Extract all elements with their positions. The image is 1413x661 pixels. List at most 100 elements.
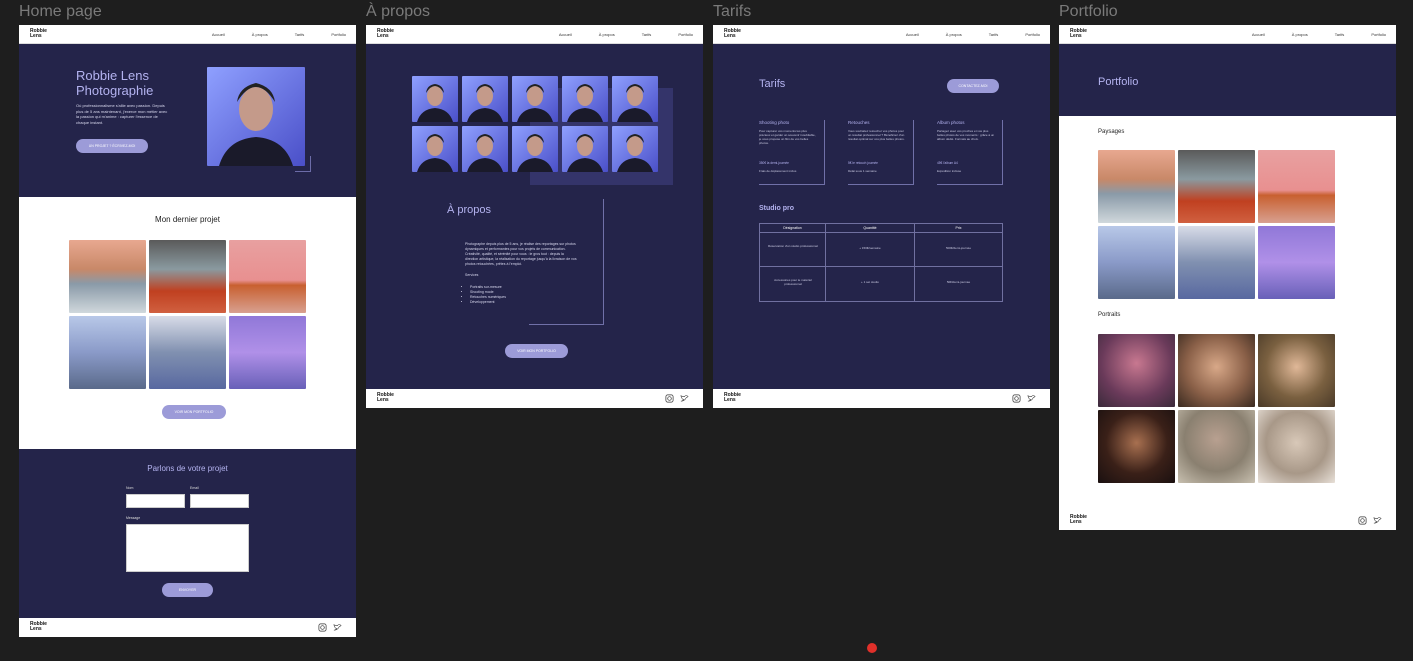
project-photo-1[interactable] (69, 240, 146, 313)
portrait-photo (207, 67, 305, 166)
apropos-portrait-thumb (562, 76, 608, 122)
tarifs-frame[interactable]: Robbie Lens Accueil À propos Tarifs Portf… (713, 25, 1050, 408)
apropos-portrait-thumb (512, 126, 558, 172)
price-title: Shooting photo (759, 120, 790, 125)
paysage-photo-2[interactable] (1178, 150, 1255, 223)
apropos-portrait-thumb (512, 76, 558, 122)
frame-label-home: Home page (19, 3, 102, 20)
nav-accueil[interactable]: Accueil (1252, 32, 1265, 37)
navbar: Robbie Lens Accueil À propos Tarifs Portf… (713, 25, 1050, 44)
footer-logo[interactable]: Robbie Lens (724, 393, 741, 403)
nav-portfolio[interactable]: Portfolio (331, 32, 346, 37)
services-list: Portraits sur-mesure Shooting mode Retou… (470, 285, 506, 305)
hero-contact-button[interactable]: UN PROJET ? ÉCRIVEZ-MOI (76, 139, 148, 153)
nav-apropos[interactable]: À propos (946, 32, 962, 37)
apropos-portrait-thumb (462, 76, 508, 122)
nav-apropos[interactable]: À propos (599, 32, 615, 37)
message-textarea[interactable] (126, 524, 249, 572)
project-photo-5[interactable] (149, 316, 226, 389)
price-amount: 45€ l'album A4 (937, 161, 958, 165)
nav-apropos[interactable]: À propos (1292, 32, 1308, 37)
apropos-frame[interactable]: Robbie Lens Accueil À propos Tarifs Portf… (366, 25, 703, 408)
nav-tarifs[interactable]: Tarifs (989, 32, 999, 37)
nav-apropos[interactable]: À propos (252, 32, 268, 37)
hero-section: Robbie Lens Photographie Où professionnal… (19, 44, 356, 197)
paysage-photo-5[interactable] (1178, 226, 1255, 299)
project-photo-2[interactable] (149, 240, 226, 313)
portrait-photo-2[interactable] (1178, 334, 1255, 407)
price-title: Album photos (937, 120, 965, 125)
tarifs-title: Tarifs (759, 78, 786, 90)
portrait-photo-1[interactable] (1098, 334, 1175, 407)
logo[interactable]: Robbie Lens (1070, 29, 1087, 39)
nav-portfolio[interactable]: Portfolio (1025, 32, 1040, 37)
price-title: Retouches (848, 120, 870, 125)
instagram-icon[interactable] (1358, 516, 1367, 525)
navbar: Robbie Lens Accueil À propos Tarifs Portf… (1059, 25, 1396, 44)
paysage-photo-3[interactable] (1258, 150, 1335, 223)
paysage-photo-4[interactable] (1098, 226, 1175, 299)
logo[interactable]: Robbie Lens (724, 29, 741, 39)
nav-tarifs[interactable]: Tarifs (1335, 32, 1345, 37)
portfolio-frame[interactable]: Robbie Lens Accueil À propos Tarifs Portf… (1059, 25, 1396, 530)
price-text: Vous souhaitez retoucher vos photos pour… (848, 129, 905, 141)
logo[interactable]: Robbie Lens (30, 29, 47, 39)
portrait-photo-3[interactable] (1258, 334, 1335, 407)
instagram-icon[interactable] (665, 394, 674, 403)
instagram-icon[interactable] (1012, 394, 1021, 403)
logo[interactable]: Robbie Lens (377, 29, 394, 39)
twitter-icon[interactable] (1027, 394, 1036, 403)
project-photo-4[interactable] (69, 316, 146, 389)
nav-portfolio[interactable]: Portfolio (678, 32, 693, 37)
footer: Robbie Lens (713, 389, 1050, 408)
contact-title: Parlons de votre projet (147, 464, 228, 473)
price-card-shooting: Shooting photo Pour capturer vos moments… (759, 120, 825, 185)
label-email: Email (190, 486, 199, 490)
contact-button[interactable]: CONTACTEZ-MOI (947, 79, 999, 93)
paysages-heading: Paysages (1098, 129, 1125, 135)
nav-accueil[interactable]: Accueil (906, 32, 919, 37)
nom-input[interactable] (126, 494, 185, 508)
portrait-photo-5[interactable] (1178, 410, 1255, 483)
home-frame[interactable]: Robbie Lens Accueil À propos Tarifs Portf… (19, 25, 356, 637)
price-text: Pour capturer vos moments les plus préci… (759, 129, 816, 145)
nav-accueil[interactable]: Accueil (559, 32, 572, 37)
footer-logo[interactable]: Robbie Lens (30, 622, 47, 632)
footer: Robbie Lens (366, 389, 703, 408)
price-note: Frais de déplacement inclus (759, 169, 797, 173)
contact-section: Parlons de votre projet Nom Email Messag… (19, 449, 356, 618)
table-cell: + 150€/semaine (859, 246, 881, 250)
instagram-icon[interactable] (318, 623, 327, 632)
apropos-portrait-thumb (562, 126, 608, 172)
table-header: Désignation (783, 226, 802, 230)
navbar: Robbie Lens Accueil À propos Tarifs Portf… (366, 25, 703, 44)
nav-accueil[interactable]: Accueil (212, 32, 225, 37)
twitter-icon[interactable] (1373, 516, 1382, 525)
apropos-portfolio-button[interactable]: VOIR MON PORTFOLIO (505, 344, 568, 358)
portfolio-title: Portfolio (1098, 76, 1139, 88)
paysage-photo-6[interactable] (1258, 226, 1335, 299)
price-card-retouches: Retouches Vous souhaitez retoucher vos p… (848, 120, 914, 185)
home-portfolio-button[interactable]: VOIR MON PORTFOLIO (162, 405, 226, 419)
footer: Robbie Lens (1059, 511, 1396, 530)
table-header: Prix (955, 226, 962, 230)
twitter-icon[interactable] (680, 394, 689, 403)
portrait-photo-4[interactable] (1098, 410, 1175, 483)
portrait-photo-6[interactable] (1258, 410, 1335, 483)
portfolio-header: Portfolio (1059, 44, 1396, 116)
project-photo-3[interactable] (229, 240, 306, 313)
nav-portfolio[interactable]: Portfolio (1371, 32, 1386, 37)
email-input[interactable] (190, 494, 249, 508)
apropos-portrait-thumb (612, 126, 658, 172)
project-photo-6[interactable] (229, 316, 306, 389)
footer-logo[interactable]: Robbie Lens (1070, 515, 1087, 525)
nav-tarifs[interactable]: Tarifs (642, 32, 652, 37)
price-amount: 350€ la demi-journée (759, 161, 789, 165)
hero-title: Robbie Lens Photographie (76, 68, 154, 98)
services-label: Services (465, 273, 479, 277)
twitter-icon[interactable] (333, 623, 342, 632)
send-button[interactable]: ENVOYER (162, 583, 213, 597)
nav-tarifs[interactable]: Tarifs (295, 32, 305, 37)
footer-logo[interactable]: Robbie Lens (377, 393, 394, 403)
paysage-photo-1[interactable] (1098, 150, 1175, 223)
